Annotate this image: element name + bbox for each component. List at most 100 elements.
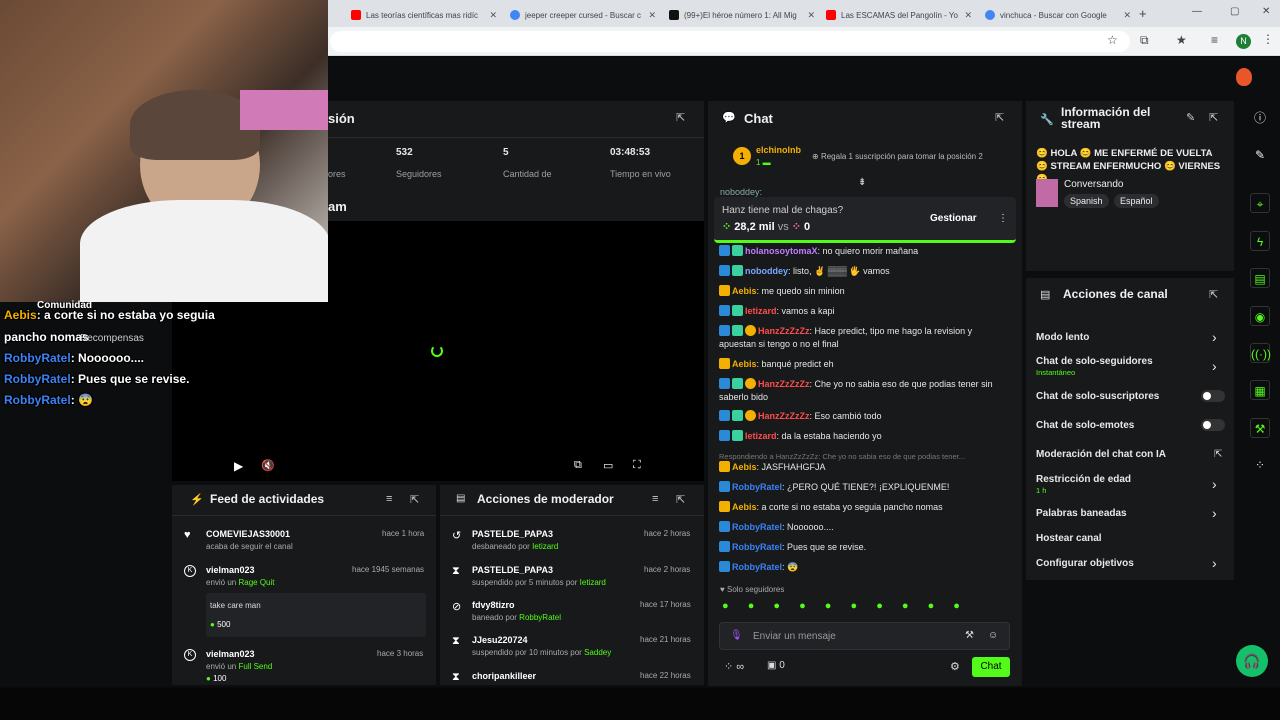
close-tab-icon[interactable]: ✕ [964, 10, 972, 21]
menu-icon[interactable]: ⋮ [1262, 32, 1274, 46]
gift-balance[interactable]: ▣ 0 [767, 660, 785, 671]
settings-gear-icon[interactable]: ⚙ [950, 660, 960, 673]
filter-icon[interactable]: ≡ [652, 493, 658, 505]
edit-pencil-icon[interactable]: ✎ [1250, 145, 1270, 165]
close-tab-icon[interactable]: ✕ [648, 10, 656, 21]
mic-icon[interactable]: 🎙 [730, 630, 743, 641]
category-thumbnail[interactable] [1036, 179, 1058, 207]
browser-tab[interactable]: jeeper creeper cursed - Buscar c ✕ [502, 4, 660, 26]
send-chat-button[interactable]: Chat [972, 657, 1010, 677]
emote-bar[interactable]: ● ● ● ● ● ● ● ● ● ● [722, 600, 1012, 616]
address-bar[interactable] [330, 31, 1130, 52]
pip-icon[interactable]: ⧉ [574, 459, 582, 472]
setting-value: Instantáneo [1036, 368, 1076, 377]
close-tab-icon[interactable]: ✕ [489, 10, 497, 21]
tag-chip[interactable]: Español [1114, 194, 1159, 208]
close-tab-icon[interactable]: ✕ [1123, 10, 1131, 21]
emotes-only-setting[interactable]: Chat de solo-emotes [1036, 420, 1134, 431]
extensions-icon[interactable]: ⧉ [1140, 33, 1149, 48]
expand-icon[interactable]: ⇱ [1209, 111, 1218, 124]
theater-icon[interactable]: ▭ [603, 459, 613, 472]
minimize-button[interactable]: — [1192, 6, 1202, 17]
followers-only-setting[interactable]: Chat de solo-seguidores [1036, 356, 1153, 367]
clip-icon[interactable]: ⌖ [1250, 193, 1270, 213]
mod-actions-title: Acciones de moderador [477, 492, 614, 506]
edit-pencil-icon[interactable]: ✎ [1186, 111, 1195, 124]
expand-icon[interactable]: ⇱ [410, 493, 419, 506]
mod-target-user[interactable]: PASTELDE_PAPA3 [472, 529, 553, 539]
subs-only-setting[interactable]: Chat de solo-suscriptores [1036, 391, 1159, 402]
mod-target-user[interactable]: JJesu220724 [472, 635, 528, 645]
close-tab-icon[interactable]: ✕ [807, 10, 815, 21]
dashboard-icon[interactable]: ▦ [1250, 380, 1270, 400]
pin-icon[interactable]: ⇟ [858, 177, 866, 188]
mod-target-user[interactable]: choripankilleer [472, 671, 536, 681]
chevron-right-icon[interactable]: › [1212, 476, 1217, 492]
hourglass-icon: ⧗ [452, 671, 460, 683]
category-name[interactable]: Conversando [1064, 179, 1123, 190]
user-avatar[interactable] [1236, 68, 1252, 86]
broadcast-icon[interactable]: ((·)) [1250, 343, 1271, 363]
overlay-chat-line: RobbyRatel: Noooooo.... [4, 351, 145, 365]
expand-icon[interactable]: ⇱ [995, 111, 1004, 124]
expand-icon[interactable]: ⇱ [676, 111, 685, 124]
maximize-button[interactable]: ▢ [1230, 6, 1239, 17]
emoji-icon[interactable]: ☺ [988, 630, 998, 641]
chat-input[interactable]: 🎙 Enviar un mensaje ⚒ ☺ [719, 622, 1010, 650]
youtube-icon [826, 10, 836, 20]
fullscreen-icon[interactable]: ⛶ [633, 459, 641, 472]
feed-user[interactable]: COMEVIEJAS30001 [206, 529, 290, 539]
chat-bubble-icon[interactable]: ◉ [1250, 306, 1270, 326]
play-icon[interactable]: ▶ [234, 459, 243, 473]
emotes-only-toggle[interactable] [1201, 419, 1225, 431]
feed-user[interactable]: vielman023 [206, 649, 255, 659]
feed-message: take care man [210, 601, 261, 610]
goals-setting[interactable]: Configurar objetivos [1036, 558, 1134, 569]
mute-icon[interactable]: 🔇 [261, 459, 275, 472]
top-gifter-name[interactable]: elchinolnb [756, 145, 801, 155]
mod-target-user[interactable]: PASTELDE_PAPA3 [472, 565, 553, 575]
media-icon[interactable]: ≡ [1211, 33, 1218, 47]
expand-icon[interactable]: ⇱ [676, 493, 685, 506]
bookmarks-icon[interactable]: ★ [1176, 33, 1187, 47]
new-tab-button[interactable]: + [1139, 6, 1147, 21]
close-window-button[interactable]: ✕ [1262, 6, 1270, 17]
filter-icon[interactable]: ≡ [386, 493, 392, 505]
feed-time: hace 3 horas [377, 649, 424, 658]
tag-chip[interactable]: Spanish [1064, 194, 1109, 208]
kicks-balance[interactable]: ⁘ ∞ [724, 660, 744, 673]
host-channel-setting[interactable]: Hostear canal [1036, 533, 1102, 544]
rank-badge: 1 [733, 147, 751, 165]
lightning-icon[interactable]: ϟ [1250, 231, 1270, 251]
ai-moderation-setting[interactable]: Moderación del chat con IA [1036, 449, 1166, 460]
feed-user[interactable]: vielman023 [206, 565, 255, 575]
mod-time: hace 22 horas [640, 671, 691, 680]
external-link-icon[interactable]: ⇱ [1214, 449, 1222, 460]
browser-tab[interactable]: Las ESCAMAS del Pangolín - Yo ✕ [818, 4, 976, 26]
mod-target-user[interactable]: fdvy8tizro [472, 600, 515, 610]
support-headset-icon[interactable]: 🎧 [1236, 645, 1268, 677]
wrench-icon[interactable]: ⚒ [1250, 418, 1270, 438]
kick-emote-icon[interactable]: ⚒ [965, 630, 974, 641]
chevron-right-icon[interactable]: › [1212, 505, 1217, 521]
subs-only-toggle[interactable] [1201, 390, 1225, 402]
mod-desc: suspendido por 10 minutos por Saddey [472, 648, 612, 657]
banned-words-setting[interactable]: Palabras baneadas [1036, 508, 1127, 519]
prediction-card[interactable]: Hanz tiene mal de chagas? ⁘ 28,2 mil vs … [714, 197, 1016, 243]
bookmark-star-icon[interactable]: ☆ [1107, 33, 1118, 47]
profile-avatar[interactable]: N [1236, 34, 1251, 49]
expand-icon[interactable]: ⇱ [1209, 288, 1218, 301]
browser-tab[interactable]: vinchuca - Buscar con Google ✕ [977, 4, 1135, 26]
document-icon[interactable]: ▤ [1250, 268, 1270, 288]
browser-tab[interactable]: (99+)El héroe número 1: All Mig ✕ [661, 4, 819, 26]
chevron-right-icon[interactable]: › [1212, 358, 1217, 374]
manage-prediction-button[interactable]: Gestionar [930, 213, 977, 224]
browser-tab[interactable]: Las teorías científicas mas ridíc ✕ [343, 4, 501, 26]
info-icon[interactable]: ⓘ [1250, 108, 1270, 128]
age-restriction-setting[interactable]: Restricción de edad [1036, 474, 1131, 485]
slow-mode-setting[interactable]: Modo lento [1036, 332, 1089, 343]
chevron-right-icon[interactable]: › [1212, 329, 1217, 345]
chevron-right-icon[interactable]: › [1212, 555, 1217, 571]
more-icon[interactable]: ⋮ [998, 213, 1008, 224]
add-widget-icon[interactable]: ⁘ [1250, 455, 1270, 475]
